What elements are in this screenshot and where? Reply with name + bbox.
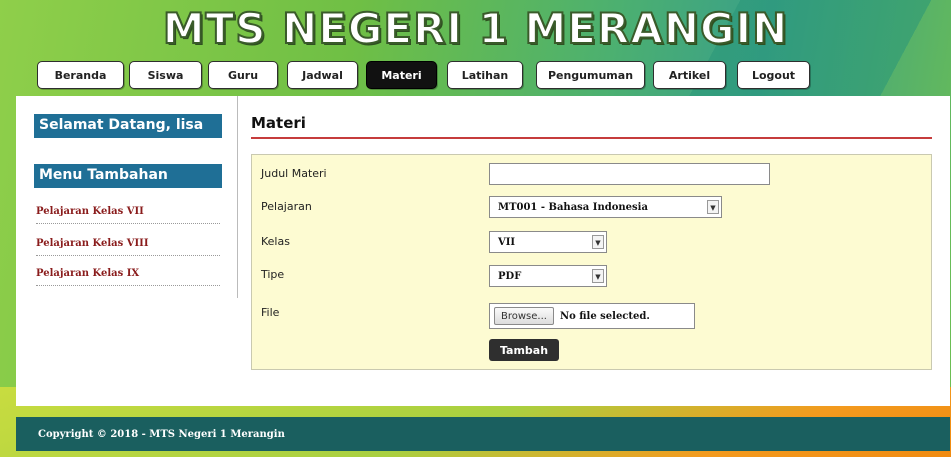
sidebar-link-kelas-viii[interactable]: Pelajaran Kelas VIII — [36, 238, 220, 256]
title-divider — [251, 137, 932, 139]
tipe-label: Tipe — [261, 268, 285, 281]
tambah-button[interactable]: Tambah — [489, 339, 559, 361]
nav-siswa[interactable]: Siswa — [129, 61, 202, 89]
welcome-heading: Selamat Datang, lisa — [34, 114, 222, 138]
nav-pengumuman[interactable]: Pengumuman — [536, 61, 645, 89]
chevron-down-icon: ▼ — [592, 269, 604, 283]
nav-materi[interactable]: Materi — [366, 61, 437, 89]
chevron-down-icon: ▼ — [592, 235, 604, 249]
pelajaran-selected-value: MT001 - Bahasa Indonesia — [498, 201, 648, 213]
nav-jadwal[interactable]: Jadwal — [287, 61, 358, 89]
chevron-down-icon: ▼ — [707, 200, 719, 214]
nav-guru[interactable]: Guru — [208, 61, 278, 89]
site-title: MTS NEGERI 1 MERANGIN — [162, 3, 789, 54]
sidebar: Selamat Datang, lisa Menu Tambahan Pelaj… — [16, 96, 238, 298]
pelajaran-label: Pelajaran — [261, 200, 312, 213]
page-title: Materi — [251, 114, 306, 132]
main-panel: Selamat Datang, lisa Menu Tambahan Pelaj… — [16, 96, 950, 406]
file-input: Browse... No file selected. — [489, 303, 695, 329]
nav-beranda[interactable]: Beranda — [37, 61, 124, 89]
nav-latihan[interactable]: Latihan — [447, 61, 523, 89]
nav-logout[interactable]: Logout — [737, 61, 810, 89]
file-status-text: No file selected. — [559, 310, 650, 322]
judul-materi-input[interactable] — [489, 163, 770, 185]
sidebar-link-kelas-vii[interactable]: Pelajaran Kelas VII — [36, 206, 220, 224]
menu-tambahan-heading: Menu Tambahan — [34, 164, 222, 188]
file-label: File — [261, 306, 280, 319]
kelas-select[interactable]: VII ▼ — [489, 231, 607, 253]
footer: Copyright © 2018 - MTS Negeri 1 Merangin — [16, 417, 950, 451]
materi-form: Judul Materi Pelajaran MT001 - Bahasa In… — [251, 154, 932, 370]
copyright-text: Copyright © 2018 - MTS Negeri 1 Merangin — [38, 428, 285, 440]
browse-button[interactable]: Browse... — [494, 307, 554, 325]
kelas-selected-value: VII — [498, 236, 516, 248]
main-nav: Beranda Siswa Guru Jadwal Materi Latihan… — [0, 61, 951, 91]
pelajaran-select[interactable]: MT001 - Bahasa Indonesia ▼ — [489, 196, 722, 218]
kelas-label: Kelas — [261, 235, 290, 248]
nav-artikel[interactable]: Artikel — [653, 61, 726, 89]
judul-materi-label: Judul Materi — [261, 167, 327, 180]
sidebar-link-kelas-ix[interactable]: Pelajaran Kelas IX — [36, 268, 220, 286]
tipe-selected-value: PDF — [498, 270, 522, 282]
tipe-select[interactable]: PDF ▼ — [489, 265, 607, 287]
